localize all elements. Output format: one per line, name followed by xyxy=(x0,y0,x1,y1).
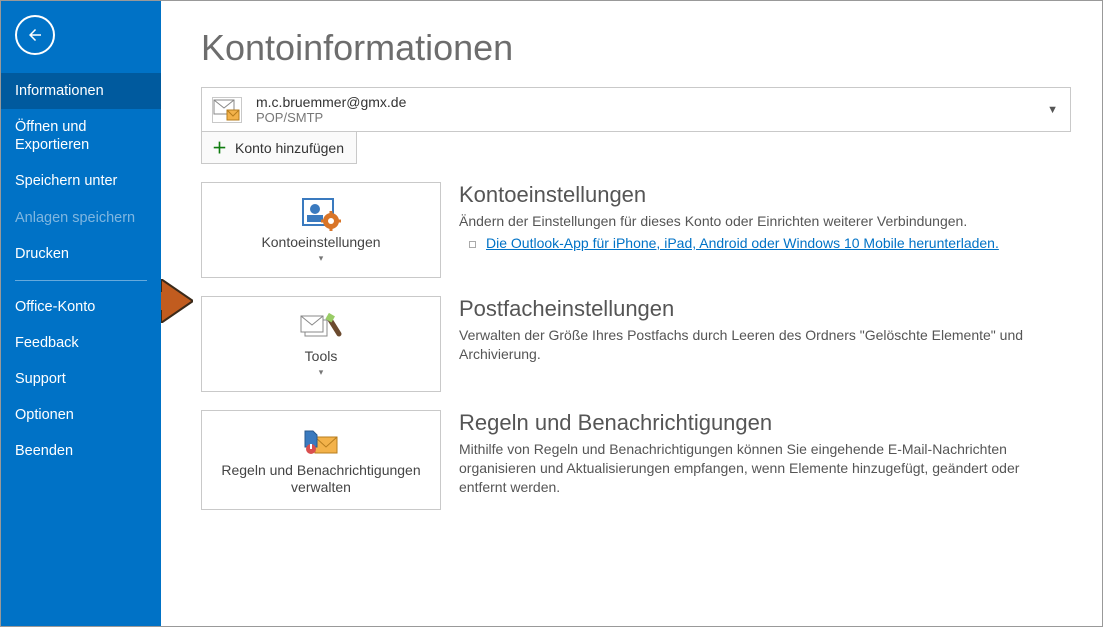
rules-icon xyxy=(301,424,341,460)
section-desc: Verwalten der Größe Ihres Postfachs durc… xyxy=(459,326,1069,364)
bullet-icon xyxy=(469,241,476,248)
account-text: m.c.bruemmer@gmx.de POP/SMTP xyxy=(256,94,406,125)
nav-speichern-unter[interactable]: Speichern unter xyxy=(1,163,161,199)
nav-label: Anlagen speichern xyxy=(15,210,135,226)
add-account-button[interactable]: ＋ Konto hinzufügen xyxy=(201,132,357,164)
account-settings-icon xyxy=(301,196,341,232)
nav-label: Beenden xyxy=(15,443,73,459)
tile-label: Regeln und Benachrichtigungen verwalten xyxy=(202,460,440,496)
tile-regeln[interactable]: Regeln und Benachrichtigungen verwalten xyxy=(201,410,441,510)
tile-kontoeinstellungen[interactable]: Kontoeinstellungen ▾ xyxy=(201,182,441,278)
nav-support[interactable]: Support xyxy=(1,361,161,397)
nav-label: Feedback xyxy=(15,335,79,351)
nav-oeffnen-exportieren[interactable]: Öffnen und Exportieren xyxy=(1,109,161,163)
row-postfacheinstellungen: Tools ▾ Postfacheinstellungen Verwalten … xyxy=(201,296,1076,392)
nav-divider xyxy=(15,280,147,281)
section-heading: Kontoeinstellungen xyxy=(459,182,1069,208)
nav-label: Office-Konto xyxy=(15,299,95,315)
row-kontoeinstellungen: Kontoeinstellungen ▾ Kontoeinstellungen … xyxy=(201,182,1076,278)
tile-label: Kontoeinstellungen xyxy=(253,232,388,251)
account-mail-icon xyxy=(212,97,242,123)
row-text: Regeln und Benachrichtigungen Mithilfe v… xyxy=(459,410,1069,497)
chevron-down-icon: ▾ xyxy=(319,253,324,264)
nav-anlagen-speichern: Anlagen speichern xyxy=(1,200,161,236)
section-heading: Regeln und Benachrichtigungen xyxy=(459,410,1069,436)
backstage-sidebar: Informationen Öffnen und Exportieren Spe… xyxy=(1,1,161,626)
account-type: POP/SMTP xyxy=(256,110,406,125)
section-heading: Postfacheinstellungen xyxy=(459,296,1069,322)
app-window: Informationen Öffnen und Exportieren Spe… xyxy=(0,0,1103,627)
nav-label: Speichern unter xyxy=(15,173,117,189)
back-arrow-icon xyxy=(26,26,44,44)
nav-label: Informationen xyxy=(15,83,104,99)
nav-label: Support xyxy=(15,371,66,387)
nav-label: Optionen xyxy=(15,407,74,423)
nav-office-konto[interactable]: Office-Konto xyxy=(1,289,161,325)
main-panel: Kontoinformationen m.c.bruemmer@gmx.de P… xyxy=(161,1,1102,626)
tools-icon xyxy=(299,310,343,346)
nav-label: Öffnen und Exportieren xyxy=(15,119,89,153)
row-text: Postfacheinstellungen Verwalten der Größ… xyxy=(459,296,1069,364)
row-regeln: Regeln und Benachrichtigungen verwalten … xyxy=(201,410,1076,510)
tile-tools[interactable]: Tools ▾ xyxy=(201,296,441,392)
plus-icon: ＋ xyxy=(212,137,227,158)
page-title: Kontoinformationen xyxy=(201,27,1076,69)
download-outlook-app-link[interactable]: Die Outlook-App für iPhone, iPad, Androi… xyxy=(486,235,999,251)
back-button[interactable] xyxy=(15,15,55,55)
account-selector[interactable]: m.c.bruemmer@gmx.de POP/SMTP ▼ xyxy=(201,87,1071,132)
account-email: m.c.bruemmer@gmx.de xyxy=(256,94,406,110)
download-link-line: Die Outlook-App für iPhone, iPad, Androi… xyxy=(459,235,1069,251)
chevron-down-icon: ▾ xyxy=(319,367,324,378)
section-desc: Mithilfe von Regeln und Benachrichtigung… xyxy=(459,440,1069,497)
nav-informationen[interactable]: Informationen xyxy=(1,73,161,109)
section-desc: Ändern der Einstellungen für dieses Kont… xyxy=(459,212,1069,231)
nav-optionen[interactable]: Optionen xyxy=(1,397,161,433)
annotation-arrow-icon xyxy=(161,279,193,323)
nav-feedback[interactable]: Feedback xyxy=(1,325,161,361)
nav-label: Drucken xyxy=(15,246,69,262)
chevron-down-icon: ▼ xyxy=(1047,104,1058,116)
add-account-label: Konto hinzufügen xyxy=(235,140,344,156)
nav-beenden[interactable]: Beenden xyxy=(1,433,161,469)
tile-label: Tools xyxy=(297,346,346,365)
nav-drucken[interactable]: Drucken xyxy=(1,236,161,272)
row-text: Kontoeinstellungen Ändern der Einstellun… xyxy=(459,182,1069,251)
